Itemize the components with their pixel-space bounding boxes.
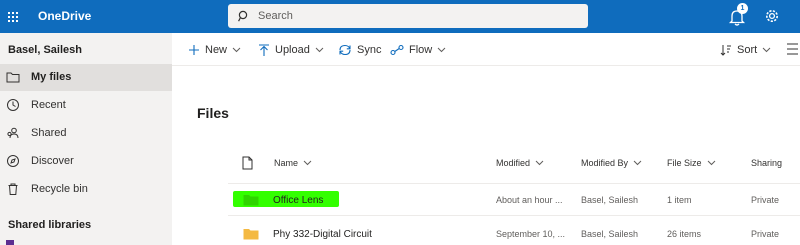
column-header-file-size[interactable]: File Size bbox=[667, 158, 716, 168]
upload-icon bbox=[259, 43, 269, 56]
view-options-icon[interactable] bbox=[785, 42, 800, 56]
left-nav: Basel, Sailesh My files Recent Shared Di… bbox=[0, 33, 172, 245]
sort-icon bbox=[720, 45, 731, 56]
sort-button[interactable]: Sort bbox=[720, 41, 776, 59]
chevron-down-icon bbox=[707, 160, 715, 166]
suite-bar: OneDrive Search 1 bbox=[0, 0, 800, 33]
sharing-cell: Private bbox=[751, 195, 780, 205]
folder-icon bbox=[243, 229, 259, 240]
compass-icon bbox=[7, 155, 19, 167]
column-header-label: Modified By bbox=[581, 158, 629, 168]
search-input[interactable]: Search bbox=[258, 10, 293, 22]
app-title[interactable]: OneDrive bbox=[38, 9, 91, 23]
column-header-label: Name bbox=[274, 158, 299, 168]
nav-label: Discover bbox=[31, 155, 74, 167]
upload-label: Upload bbox=[275, 44, 310, 56]
sort-label: Sort bbox=[737, 44, 758, 56]
nav-item-recent[interactable]: Recent bbox=[0, 92, 172, 119]
search-icon bbox=[238, 10, 248, 22]
people-icon bbox=[7, 127, 19, 139]
header-divider bbox=[228, 183, 800, 184]
nav-label: My files bbox=[31, 71, 72, 83]
column-header-label: Modified bbox=[496, 158, 531, 168]
chevron-down-icon bbox=[535, 160, 544, 166]
search-box[interactable]: Search bbox=[228, 4, 588, 28]
sync-icon bbox=[339, 44, 351, 56]
file-size-cell: 26 items bbox=[667, 229, 702, 239]
flow-button[interactable]: Flow bbox=[390, 41, 451, 59]
chevron-down-icon bbox=[315, 47, 324, 53]
upload-button[interactable]: Upload bbox=[258, 41, 329, 59]
column-header-sharing[interactable]: Sharing bbox=[751, 158, 782, 168]
sharing-cell: Private bbox=[751, 229, 780, 239]
folder-icon bbox=[6, 72, 20, 83]
chevron-down-icon bbox=[762, 47, 771, 53]
file-size-cell: 1 item bbox=[667, 195, 692, 205]
trash-icon bbox=[8, 183, 18, 195]
nav-label: Recycle bin bbox=[31, 183, 88, 195]
chevron-down-icon bbox=[633, 160, 642, 166]
column-header-modified-by[interactable]: Modified By bbox=[581, 158, 642, 168]
command-bar: New Upload Sync Flow Sort bbox=[172, 33, 800, 66]
modified-cell: About an hour ... bbox=[496, 195, 563, 205]
nav-label: Shared bbox=[31, 127, 67, 139]
modified-cell: September 10, ... bbox=[496, 229, 566, 239]
nav-item-discover[interactable]: Discover bbox=[0, 148, 172, 175]
file-name-link[interactable]: Office Lens bbox=[273, 195, 323, 206]
chevron-down-icon bbox=[232, 47, 241, 53]
clock-icon bbox=[7, 99, 19, 111]
chevron-down-icon bbox=[303, 160, 312, 166]
shared-libraries-heading: Shared libraries bbox=[8, 219, 92, 231]
plus-icon bbox=[189, 45, 199, 55]
folder-icon bbox=[243, 195, 259, 206]
page-title: Files bbox=[197, 105, 229, 121]
new-button[interactable]: New bbox=[188, 41, 246, 59]
column-header-name[interactable]: Name bbox=[274, 158, 312, 168]
modified-by-cell: Basel, Sailesh bbox=[581, 195, 639, 205]
app-launcher-icon[interactable] bbox=[0, 0, 26, 33]
nav-item-recycle-bin[interactable]: Recycle bin bbox=[0, 176, 172, 203]
column-header-modified[interactable]: Modified bbox=[496, 158, 544, 168]
sync-button[interactable]: Sync bbox=[338, 41, 381, 59]
flow-label: Flow bbox=[409, 44, 433, 56]
row-divider bbox=[228, 215, 800, 216]
flow-icon bbox=[390, 44, 404, 56]
library-icon[interactable] bbox=[6, 240, 14, 245]
sync-label: Sync bbox=[357, 44, 382, 56]
nav-label: Recent bbox=[31, 99, 66, 111]
new-label: New bbox=[205, 44, 228, 56]
chevron-down-icon bbox=[437, 47, 446, 53]
file-name-link[interactable]: Phy 332-Digital Circuit bbox=[273, 229, 372, 240]
column-header-label: File Size bbox=[667, 158, 702, 168]
user-name: Basel, Sailesh bbox=[8, 44, 82, 56]
gear-icon[interactable] bbox=[763, 7, 781, 25]
column-header-label: Sharing bbox=[751, 158, 783, 168]
file-type-icon[interactable] bbox=[242, 156, 253, 170]
nav-item-shared[interactable]: Shared bbox=[0, 120, 172, 147]
modified-by-cell: Basel, Sailesh bbox=[581, 229, 639, 239]
nav-item-my-files[interactable]: My files bbox=[0, 64, 172, 91]
notification-badge: 1 bbox=[737, 3, 748, 14]
